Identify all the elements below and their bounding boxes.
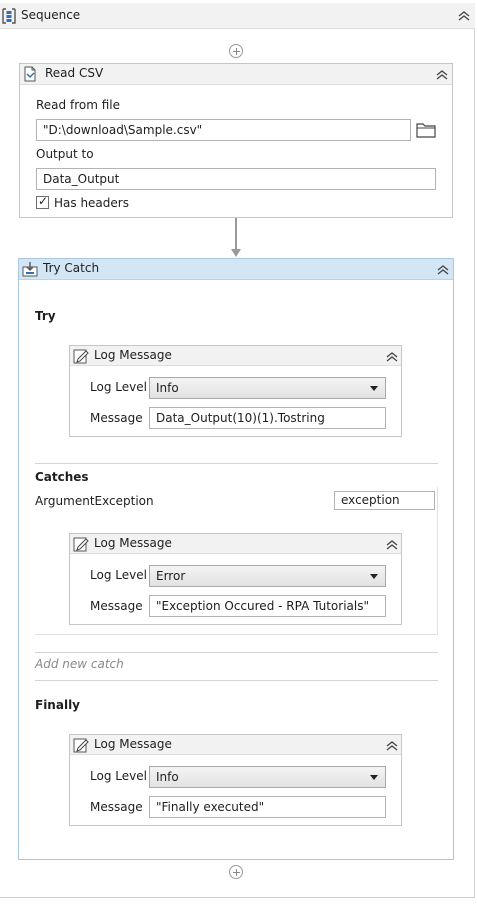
exception-variable-input[interactable]: exception — [334, 491, 435, 510]
log-level-value: Info — [156, 381, 179, 395]
log-level-label: Log Level — [90, 568, 147, 582]
message-input[interactable]: Data_Output(10)(1).Tostring — [149, 407, 386, 429]
collapse-chevron-icon[interactable] — [386, 741, 398, 751]
read-from-file-label: Read from file — [36, 98, 120, 112]
message-label: Message — [90, 800, 143, 814]
collapse-chevron-icon[interactable] — [437, 265, 449, 275]
message-label: Message — [90, 411, 143, 425]
section-divider — [35, 652, 438, 653]
log-level-select[interactable]: Info — [149, 377, 386, 399]
has-headers-checkbox[interactable] — [36, 194, 49, 209]
connector-line — [235, 218, 237, 250]
log-message-title: Log Message — [94, 737, 172, 751]
log-message-title: Log Message — [94, 536, 172, 550]
try-catch-icon — [22, 261, 38, 277]
collapse-chevron-icon[interactable] — [386, 540, 398, 550]
message-input[interactable]: "Exception Occured - RPA Tutorials" — [149, 595, 386, 617]
log-message-catch-header[interactable]: Log Message — [70, 534, 401, 554]
add-activity-icon[interactable] — [229, 865, 243, 879]
try-catch-title: Try Catch — [43, 261, 100, 275]
log-level-value: Info — [156, 770, 179, 784]
log-level-select[interactable]: Error — [149, 565, 386, 587]
has-headers-label: Has headers — [54, 196, 129, 210]
output-to-label: Output to — [36, 147, 94, 161]
collapse-chevron-icon[interactable] — [458, 11, 470, 21]
try-section-label: Try — [35, 309, 56, 323]
section-divider — [35, 680, 438, 681]
log-message-try-header[interactable]: Log Message — [70, 346, 401, 366]
log-level-select[interactable]: Info — [149, 766, 386, 788]
sequence-icon — [2, 8, 16, 24]
log-message-title: Log Message — [94, 348, 172, 362]
message-input[interactable]: "Finally executed" — [149, 796, 386, 818]
log-message-icon — [73, 348, 89, 364]
sequence-title: Sequence — [21, 8, 81, 22]
dropdown-caret-icon — [370, 574, 378, 579]
output-variable-input[interactable]: Data_Output — [36, 168, 436, 190]
log-message-finally-header[interactable]: Log Message — [70, 735, 401, 755]
read-csv-title: Read CSV — [45, 66, 104, 80]
message-label: Message — [90, 599, 143, 613]
read-csv-icon — [23, 66, 38, 82]
collapse-chevron-icon[interactable] — [386, 352, 398, 362]
log-level-label: Log Level — [90, 769, 147, 783]
add-new-catch-link[interactable]: Add new catch — [35, 657, 124, 671]
exception-type-label[interactable]: ArgumentException — [35, 494, 154, 508]
file-path-input[interactable]: "D:\download\Sample.csv" — [36, 119, 411, 141]
dropdown-caret-icon — [370, 775, 378, 780]
sequence-header[interactable]: Sequence — [0, 3, 475, 29]
log-level-value: Error — [156, 569, 186, 583]
log-message-icon — [73, 536, 89, 552]
folder-icon[interactable] — [416, 121, 436, 138]
collapse-chevron-icon[interactable] — [436, 70, 448, 80]
dropdown-caret-icon — [370, 386, 378, 391]
section-divider — [35, 463, 438, 464]
read-csv-header[interactable]: Read CSV — [20, 64, 452, 85]
catches-section-label: Catches — [35, 470, 89, 484]
finally-section-label: Finally — [35, 698, 80, 712]
try-catch-header[interactable]: Try Catch — [19, 259, 453, 280]
log-level-label: Log Level — [90, 380, 147, 394]
connector-arrow-icon — [231, 249, 241, 257]
add-activity-icon[interactable] — [229, 44, 243, 58]
log-message-icon — [73, 737, 89, 753]
